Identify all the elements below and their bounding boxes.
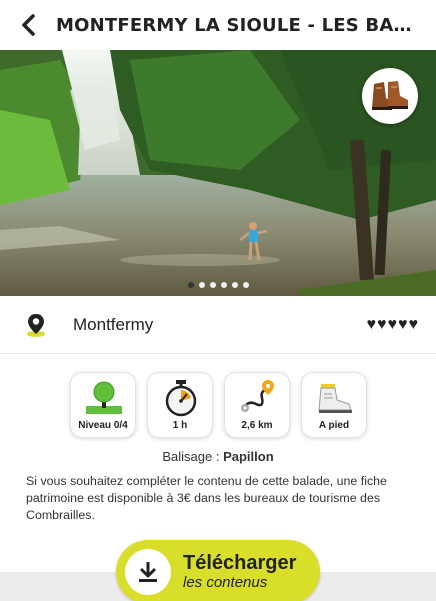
location-name: Montfermy bbox=[73, 314, 154, 334]
stat-label: A pied bbox=[318, 420, 350, 431]
chevron-left-icon[interactable] bbox=[20, 14, 36, 36]
route-distance-icon bbox=[241, 380, 274, 412]
location-row: Montfermy ♥ ♥ ♥ ♥ ♥ bbox=[0, 296, 436, 354]
balisage-value: Papillon bbox=[223, 449, 274, 464]
map-pin-icon bbox=[27, 313, 45, 337]
heart-icon: ♥ bbox=[366, 315, 377, 333]
carousel-dot[interactable] bbox=[188, 282, 194, 288]
carousel-dot[interactable] bbox=[221, 282, 227, 288]
hiking-boots-icon bbox=[372, 81, 408, 110]
rating-hearts: ♥ ♥ ♥ ♥ ♥ bbox=[366, 315, 419, 333]
download-icon-circle bbox=[125, 549, 171, 595]
heart-icon: ♥ bbox=[377, 315, 387, 333]
heart-icon: ♥ bbox=[398, 315, 408, 333]
page-title: MONTFERMY LA SIOULE - LES BALADES DE LA … bbox=[56, 14, 416, 36]
stopwatch-icon bbox=[165, 380, 197, 417]
tree-icon bbox=[86, 381, 122, 414]
route-stats: Niveau 0/4 1 h 2,6 km A pied bbox=[70, 372, 367, 438]
balisage-line: Balisage : Papillon bbox=[0, 449, 436, 464]
stat-distance[interactable]: 2,6 km bbox=[224, 372, 290, 438]
stat-mode[interactable]: A pied bbox=[301, 372, 367, 438]
carousel-indicator bbox=[188, 282, 249, 288]
carousel-dot[interactable] bbox=[210, 282, 216, 288]
back-button[interactable] bbox=[0, 0, 56, 50]
app-header: MONTFERMY LA SIOULE - LES BALADES DE LA … bbox=[0, 0, 436, 50]
hero-image-carousel[interactable] bbox=[0, 50, 436, 296]
mode-badge bbox=[362, 68, 418, 124]
download-text: Télécharger les contenus bbox=[183, 552, 296, 592]
route-description: Si vous souhaitez compléter le contenu d… bbox=[26, 474, 387, 522]
carousel-dot[interactable] bbox=[232, 282, 238, 288]
download-button[interactable]: Télécharger les contenus bbox=[116, 540, 320, 601]
download-main-label: Télécharger bbox=[183, 552, 297, 574]
stat-label: 2,6 km bbox=[241, 420, 273, 431]
walking-shoe-icon bbox=[318, 384, 352, 413]
carousel-dot[interactable] bbox=[243, 282, 249, 288]
heart-icon: ♥ bbox=[387, 315, 398, 333]
download-icon bbox=[139, 562, 157, 582]
stat-duration[interactable]: 1 h bbox=[147, 372, 213, 438]
stat-level[interactable]: Niveau 0/4 bbox=[70, 372, 136, 438]
balisage-label: Balisage : bbox=[162, 449, 220, 464]
stat-label: 1 h bbox=[172, 420, 188, 431]
download-sub-label: les contenus bbox=[183, 574, 268, 591]
heart-icon: ♥ bbox=[408, 315, 419, 333]
stat-label: Niveau 0/4 bbox=[78, 420, 128, 431]
carousel-dot[interactable] bbox=[199, 282, 205, 288]
